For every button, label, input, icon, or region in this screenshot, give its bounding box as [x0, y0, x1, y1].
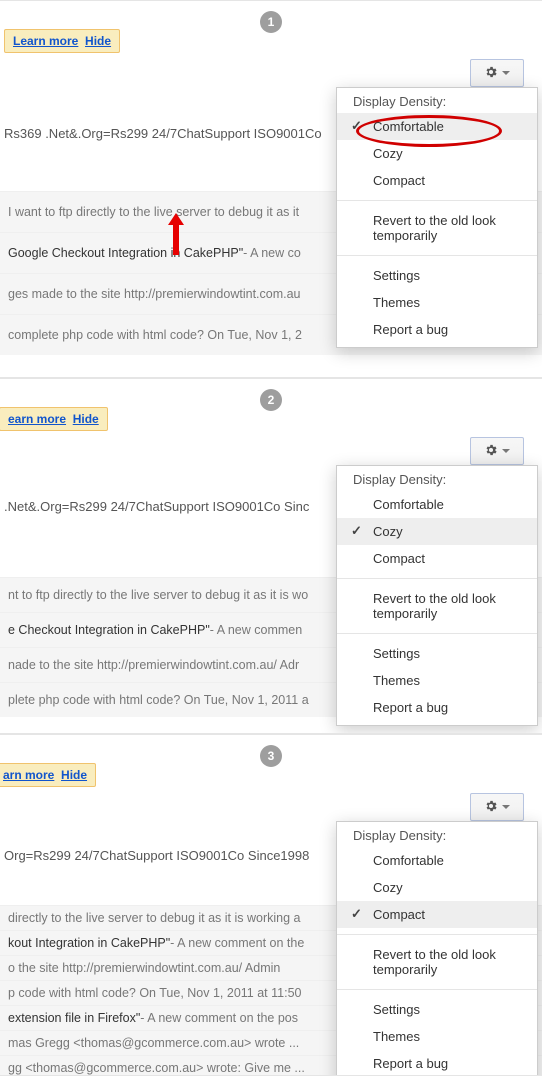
settings-gear-button[interactable] — [470, 793, 524, 821]
subject-text: .Net&.Org=Rs299 24/7ChatSupport ISO9001C… — [4, 499, 309, 514]
learn-more-link[interactable]: arn more — [3, 768, 54, 782]
revert-look[interactable]: Revert to the old look temporarily — [337, 207, 537, 249]
separator — [337, 989, 537, 990]
separator — [337, 633, 537, 634]
mail-snippet: complete php code with html code? On Tue… — [8, 328, 302, 342]
menu-settings[interactable]: Settings — [337, 996, 537, 1023]
density-comfortable[interactable]: Comfortable — [337, 113, 537, 140]
mail-subject: kout Integration in CakePHP" — [8, 936, 170, 950]
density-cozy[interactable]: Cozy — [337, 518, 537, 545]
density-compact[interactable]: Compact — [337, 545, 537, 572]
mail-snippet: nade to the site http://premierwindowtin… — [8, 658, 299, 672]
mail-snippet: nt to ftp directly to the live server to… — [8, 588, 308, 602]
subject-text: Rs369 .Net&.Org=Rs299 24/7ChatSupport IS… — [4, 126, 322, 141]
settings-gear-button[interactable] — [470, 59, 524, 87]
chevron-down-icon — [502, 449, 510, 453]
mail-snippet: I want to ftp directly to the live serve… — [8, 205, 299, 219]
mail-subject: e Checkout Integration in CakePHP" — [8, 623, 210, 637]
mail-snippet: - A new commen — [210, 623, 302, 637]
settings-dropdown: Display Density:ComfortableCozyCompact Re… — [336, 465, 538, 726]
menu-settings[interactable]: Settings — [337, 640, 537, 667]
chevron-down-icon — [502, 805, 510, 809]
hide-link[interactable]: Hide — [73, 412, 99, 426]
mail-snippet: o the site http://premierwindowtint.com.… — [8, 961, 280, 975]
notice-bar: Learn more Hide — [4, 29, 120, 53]
menu-themes[interactable]: Themes — [337, 289, 537, 316]
mail-subject: Google Checkout Integration in CakePHP" — [8, 246, 243, 260]
mail-snippet: plete php code with html code? On Tue, N… — [8, 693, 309, 707]
notice-bar: arn more Hide — [0, 763, 96, 787]
separator — [337, 934, 537, 935]
step-badge: 3 — [260, 745, 282, 767]
mail-snippet: gg <thomas@gcommerce.com.au> wrote: Give… — [8, 1061, 305, 1075]
density-compact[interactable]: Compact — [337, 901, 537, 928]
density-header: Display Density: — [337, 466, 537, 491]
settings-dropdown: Display Density:ComfortableCozyCompact Re… — [336, 87, 538, 348]
panel-1: 1 Learn more Hide Rs369 .Net&.Org=Rs299 24… — [0, 0, 542, 378]
mail-snippet: mas Gregg <thomas@gcommerce.com.au> wrot… — [8, 1036, 299, 1050]
separator — [337, 578, 537, 579]
mail-subject: extension file in Firefox" — [8, 1011, 140, 1025]
chevron-down-icon — [502, 71, 510, 75]
separator — [337, 255, 537, 256]
density-cozy[interactable]: Cozy — [337, 140, 537, 167]
mail-snippet: directly to the live server to debug it … — [8, 911, 301, 925]
panel-3: 3 arn more Hide Org=Rs299 24/7ChatSupport … — [0, 734, 542, 1076]
settings-dropdown: Display Density:ComfortableCozyCompact Re… — [336, 821, 538, 1076]
density-header: Display Density: — [337, 822, 537, 847]
density-comfortable[interactable]: Comfortable — [337, 847, 537, 874]
mail-snippet: ges made to the site http://premierwindo… — [8, 287, 301, 301]
learn-more-link[interactable]: Learn more — [13, 34, 78, 48]
notice-bar: earn more Hide — [0, 407, 108, 431]
menu-report[interactable]: Report a bug — [337, 1050, 537, 1076]
revert-look[interactable]: Revert to the old look temporarily — [337, 585, 537, 627]
mail-snippet: p code with html code? On Tue, Nov 1, 20… — [8, 986, 301, 1000]
mail-snippet: - A new comment on the pos — [140, 1011, 298, 1025]
panel-2: 2 earn more Hide .Net&.Org=Rs299 24/7ChatS… — [0, 378, 542, 734]
gear-icon — [484, 443, 498, 460]
menu-settings[interactable]: Settings — [337, 262, 537, 289]
subject-text: Org=Rs299 24/7ChatSupport ISO9001Co Sinc… — [4, 848, 309, 863]
menu-themes[interactable]: Themes — [337, 1023, 537, 1050]
hide-link[interactable]: Hide — [85, 34, 111, 48]
mail-snippet: - A new co — [243, 246, 301, 260]
density-cozy[interactable]: Cozy — [337, 874, 537, 901]
separator — [337, 200, 537, 201]
menu-themes[interactable]: Themes — [337, 667, 537, 694]
step-badge: 2 — [260, 389, 282, 411]
revert-look[interactable]: Revert to the old look temporarily — [337, 941, 537, 983]
density-compact[interactable]: Compact — [337, 167, 537, 194]
menu-report[interactable]: Report a bug — [337, 694, 537, 721]
gear-icon — [484, 65, 498, 82]
settings-gear-button[interactable] — [470, 437, 524, 465]
menu-report[interactable]: Report a bug — [337, 316, 537, 343]
density-comfortable[interactable]: Comfortable — [337, 491, 537, 518]
gear-icon — [484, 799, 498, 816]
step-badge: 1 — [260, 11, 282, 33]
learn-more-link[interactable]: earn more — [8, 412, 66, 426]
hide-link[interactable]: Hide — [61, 768, 87, 782]
density-header: Display Density: — [337, 88, 537, 113]
mail-snippet: - A new comment on the — [170, 936, 304, 950]
